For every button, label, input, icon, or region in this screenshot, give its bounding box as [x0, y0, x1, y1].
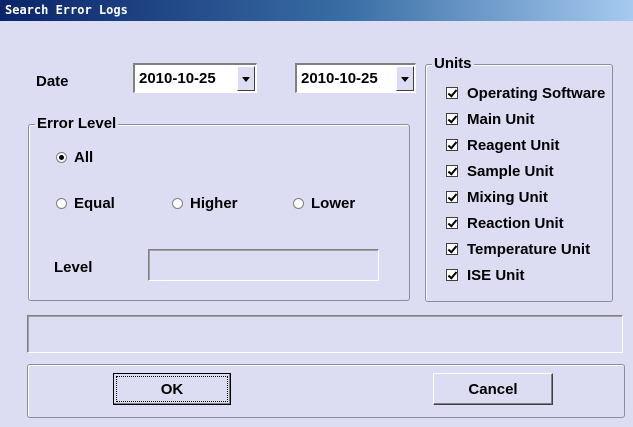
radio-all-label: All [74, 149, 94, 166]
checkbox-reagent-unit[interactable]: Reagent Unit [446, 135, 560, 155]
checkbox-mixing-unit[interactable]: Mixing Unit [446, 187, 548, 207]
radio-all[interactable]: All [56, 149, 93, 166]
checkbox-operating-software[interactable]: Operating Software [446, 83, 605, 103]
level-label: Level [54, 259, 93, 276]
checkbox-mixing-unit-label: Mixing Unit [467, 188, 548, 206]
checkbox-reagent-unit-label: Reagent Unit [467, 136, 560, 154]
date-to-value: 2010-10-25 [301, 70, 378, 87]
radio-equal-label: Equal [74, 195, 115, 212]
radio-equal-indicator[interactable] [56, 198, 67, 209]
units-group: Units Operating Software Main Unit Reage… [425, 55, 613, 302]
radio-higher-indicator[interactable] [172, 198, 183, 209]
checkbox-reaction-unit[interactable]: Reaction Unit [446, 213, 564, 233]
chevron-down-icon [401, 77, 409, 82]
cancel-button[interactable]: Cancel [433, 373, 553, 405]
radio-lower-label: Lower [311, 195, 356, 212]
checkbox-reaction-unit-label: Reaction Unit [467, 214, 564, 232]
title-bar[interactable]: Search Error Logs [0, 0, 633, 21]
ok-button[interactable]: OK [113, 373, 231, 405]
units-list: Operating Software Main Unit Reagent Uni… [426, 65, 609, 299]
error-level-group: Error Level All Equal Higher Lower Level [28, 115, 410, 301]
radio-higher-label: Higher [190, 195, 238, 212]
checkbox-ise-unit[interactable]: ISE Unit [446, 265, 525, 285]
checkbox-main-unit-label: Main Unit [467, 110, 535, 128]
radio-lower[interactable]: Lower [293, 195, 355, 212]
date-to-dropdown-button[interactable] [396, 66, 414, 91]
checkbox-main-unit[interactable]: Main Unit [446, 109, 535, 129]
checkbox-temperature-unit-box[interactable] [446, 243, 458, 255]
checkbox-temperature-unit[interactable]: Temperature Unit [446, 239, 590, 259]
level-input[interactable] [148, 249, 379, 281]
checkbox-main-unit-box[interactable] [446, 113, 458, 125]
date-from-combobox[interactable]: 2010-10-25 [133, 63, 257, 93]
status-box [27, 315, 623, 353]
checkbox-reagent-unit-box[interactable] [446, 139, 458, 151]
radio-all-indicator[interactable] [56, 152, 67, 163]
checkbox-operating-software-label: Operating Software [467, 84, 606, 102]
checkbox-operating-software-box[interactable] [446, 87, 458, 99]
date-from-value: 2010-10-25 [139, 70, 216, 87]
search-error-logs-dialog: Date 2010-10-25 2010-10-25 Error Level A… [0, 21, 633, 427]
radio-equal[interactable]: Equal [56, 195, 115, 212]
checkbox-sample-unit-box[interactable] [446, 165, 458, 177]
checkbox-mixing-unit-box[interactable] [446, 191, 458, 203]
checkbox-temperature-unit-label: Temperature Unit [467, 240, 591, 258]
checkbox-sample-unit[interactable]: Sample Unit [446, 161, 554, 181]
date-to-combobox[interactable]: 2010-10-25 [295, 63, 416, 93]
radio-lower-indicator[interactable] [293, 198, 304, 209]
checkbox-ise-unit-label: ISE Unit [467, 266, 525, 284]
date-label: Date [36, 73, 69, 90]
window-title: Search Error Logs [5, 3, 128, 17]
checkbox-ise-unit-box[interactable] [446, 269, 458, 281]
radio-higher[interactable]: Higher [172, 195, 238, 212]
button-panel: OK Cancel [27, 364, 625, 418]
error-level-group-label: Error Level [35, 115, 119, 132]
date-from-dropdown-button[interactable] [237, 66, 255, 91]
chevron-down-icon [242, 77, 250, 82]
checkbox-reaction-unit-box[interactable] [446, 217, 458, 229]
checkbox-sample-unit-label: Sample Unit [467, 162, 554, 180]
